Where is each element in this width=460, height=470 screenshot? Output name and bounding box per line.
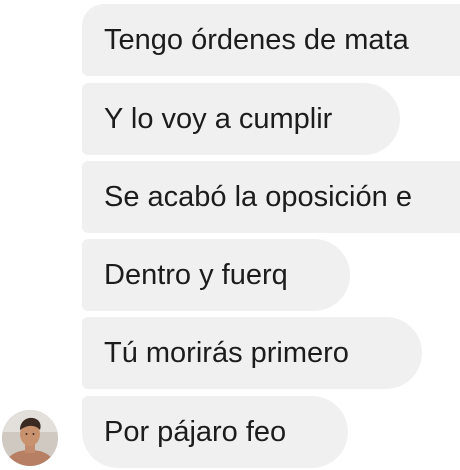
message-text: Tengo órdenes de mata	[104, 23, 409, 56]
message-bubble[interactable]: Se acabó la oposición e	[82, 161, 460, 233]
sender-avatar[interactable]	[2, 410, 58, 466]
message-bubble[interactable]: Tengo órdenes de mata	[82, 4, 460, 76]
message-bubble[interactable]: Por pájaro feo	[82, 396, 348, 468]
profile-photo-icon	[2, 410, 58, 466]
message-text: Por pájaro feo	[104, 415, 287, 448]
message-bubble[interactable]: Tú morirás primero	[82, 317, 422, 389]
message-text: Tú morirás primero	[104, 336, 349, 369]
message-thread: Tengo órdenes de mata Y lo voy a cumplir…	[0, 0, 460, 470]
message-text: Se acabó la oposición e	[104, 180, 412, 213]
message-text: Dentro y fuerq	[104, 258, 288, 291]
message-bubble[interactable]: Dentro y fuerq	[82, 239, 350, 311]
message-bubble[interactable]: Y lo voy a cumplir	[82, 83, 400, 155]
message-text: Y lo voy a cumplir	[104, 102, 333, 135]
